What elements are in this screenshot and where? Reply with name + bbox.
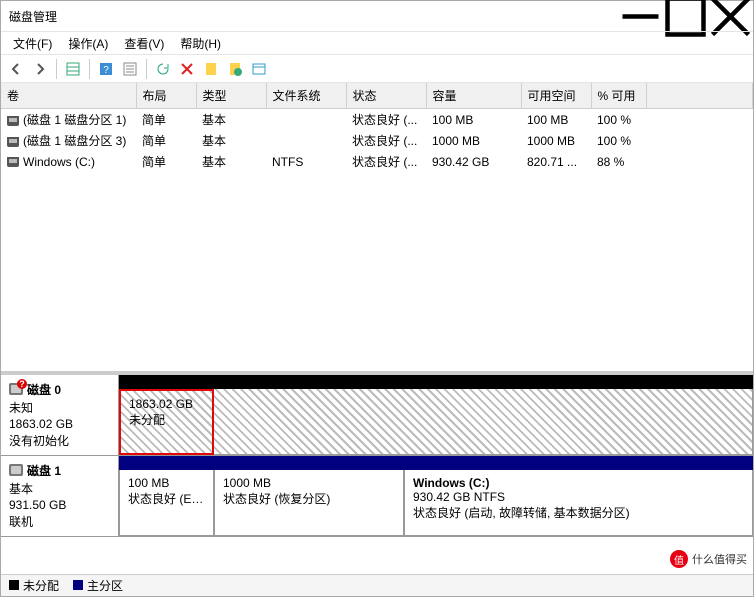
- table-row[interactable]: (磁盘 1 磁盘分区 1)简单基本状态良好 (...100 MB100 MB10…: [1, 109, 753, 131]
- menubar: 文件(F) 操作(A) 查看(V) 帮助(H): [1, 31, 753, 55]
- properties-green-icon[interactable]: [224, 58, 246, 80]
- help-icon[interactable]: ?: [95, 58, 117, 80]
- disk-basic-icon: [9, 464, 23, 476]
- disk-0-stripe: [119, 375, 753, 389]
- menu-help[interactable]: 帮助(H): [172, 32, 229, 55]
- legend: 未分配 主分区: [1, 574, 753, 596]
- disk-unknown-icon: [9, 383, 23, 395]
- disk-1-row[interactable]: 磁盘 1 基本 931.50 GB 联机 100 MB 状态良好 (EFI 系 …: [1, 456, 753, 537]
- minimize-button[interactable]: [618, 1, 663, 31]
- properties-yellow-icon[interactable]: [200, 58, 222, 80]
- window-icon[interactable]: [248, 58, 270, 80]
- disk-1-partition-2[interactable]: 1000 MB 状态良好 (恢复分区): [214, 470, 404, 536]
- refresh-icon[interactable]: [152, 58, 174, 80]
- col-layout[interactable]: 布局: [136, 83, 196, 109]
- disk-0-unallocated-rest[interactable]: [214, 389, 753, 455]
- back-button[interactable]: [5, 58, 27, 80]
- col-free[interactable]: 可用空间: [521, 83, 591, 109]
- maximize-button[interactable]: [663, 1, 708, 31]
- column-headers[interactable]: 卷 布局 类型 文件系统 状态 容量 可用空间 % 可用: [1, 83, 753, 109]
- view-list-icon[interactable]: [62, 58, 84, 80]
- close-button[interactable]: [708, 1, 753, 31]
- forward-button[interactable]: [29, 58, 51, 80]
- menu-action[interactable]: 操作(A): [60, 32, 116, 55]
- volume-icon: [7, 137, 19, 147]
- titlebar: 磁盘管理: [1, 1, 753, 31]
- col-type[interactable]: 类型: [196, 83, 266, 109]
- disk-1-partition-1[interactable]: 100 MB 状态良好 (EFI 系: [119, 470, 214, 536]
- svg-text:?: ?: [103, 65, 109, 76]
- col-volume[interactable]: 卷: [1, 83, 136, 109]
- volume-icon: [7, 157, 19, 167]
- volume-list[interactable]: 卷 布局 类型 文件系统 状态 容量 可用空间 % 可用 (磁盘 1 磁盘分区 …: [1, 83, 753, 372]
- content: 卷 布局 类型 文件系统 状态 容量 可用空间 % 可用 (磁盘 1 磁盘分区 …: [1, 83, 753, 574]
- disk-0-unallocated[interactable]: 1863.02 GB 未分配: [119, 389, 214, 455]
- window-title: 磁盘管理: [9, 8, 618, 25]
- col-fs[interactable]: 文件系统: [266, 83, 346, 109]
- disk-1-partition-windows[interactable]: Windows (C:) 930.42 GB NTFS 状态良好 (启动, 故障…: [404, 470, 753, 536]
- table-row[interactable]: Windows (C:)简单基本NTFS状态良好 (...930.42 GB82…: [1, 151, 753, 172]
- table-row[interactable]: (磁盘 1 磁盘分区 3)简单基本状态良好 (...1000 MB1000 MB…: [1, 130, 753, 151]
- disk-0-info: 磁盘 0 未知 1863.02 GB 没有初始化: [1, 375, 118, 455]
- col-capacity[interactable]: 容量: [426, 83, 521, 109]
- graphical-view: 磁盘 0 未知 1863.02 GB 没有初始化 1863.02 GB 未分配 …: [1, 372, 753, 574]
- disk-0-row[interactable]: 磁盘 0 未知 1863.02 GB 没有初始化 1863.02 GB 未分配: [1, 375, 753, 456]
- legend-primary-swatch: [73, 580, 83, 590]
- settings-icon[interactable]: [119, 58, 141, 80]
- menu-view[interactable]: 查看(V): [116, 32, 172, 55]
- menu-file[interactable]: 文件(F): [5, 32, 60, 55]
- col-pct[interactable]: % 可用: [591, 83, 646, 109]
- delete-icon[interactable]: [176, 58, 198, 80]
- toolbar: ?: [1, 55, 753, 83]
- disk-1-stripe: [119, 456, 753, 470]
- col-status[interactable]: 状态: [346, 83, 426, 109]
- volume-icon: [7, 116, 19, 126]
- legend-unalloc-swatch: [9, 580, 19, 590]
- disk-1-info: 磁盘 1 基本 931.50 GB 联机: [1, 456, 118, 536]
